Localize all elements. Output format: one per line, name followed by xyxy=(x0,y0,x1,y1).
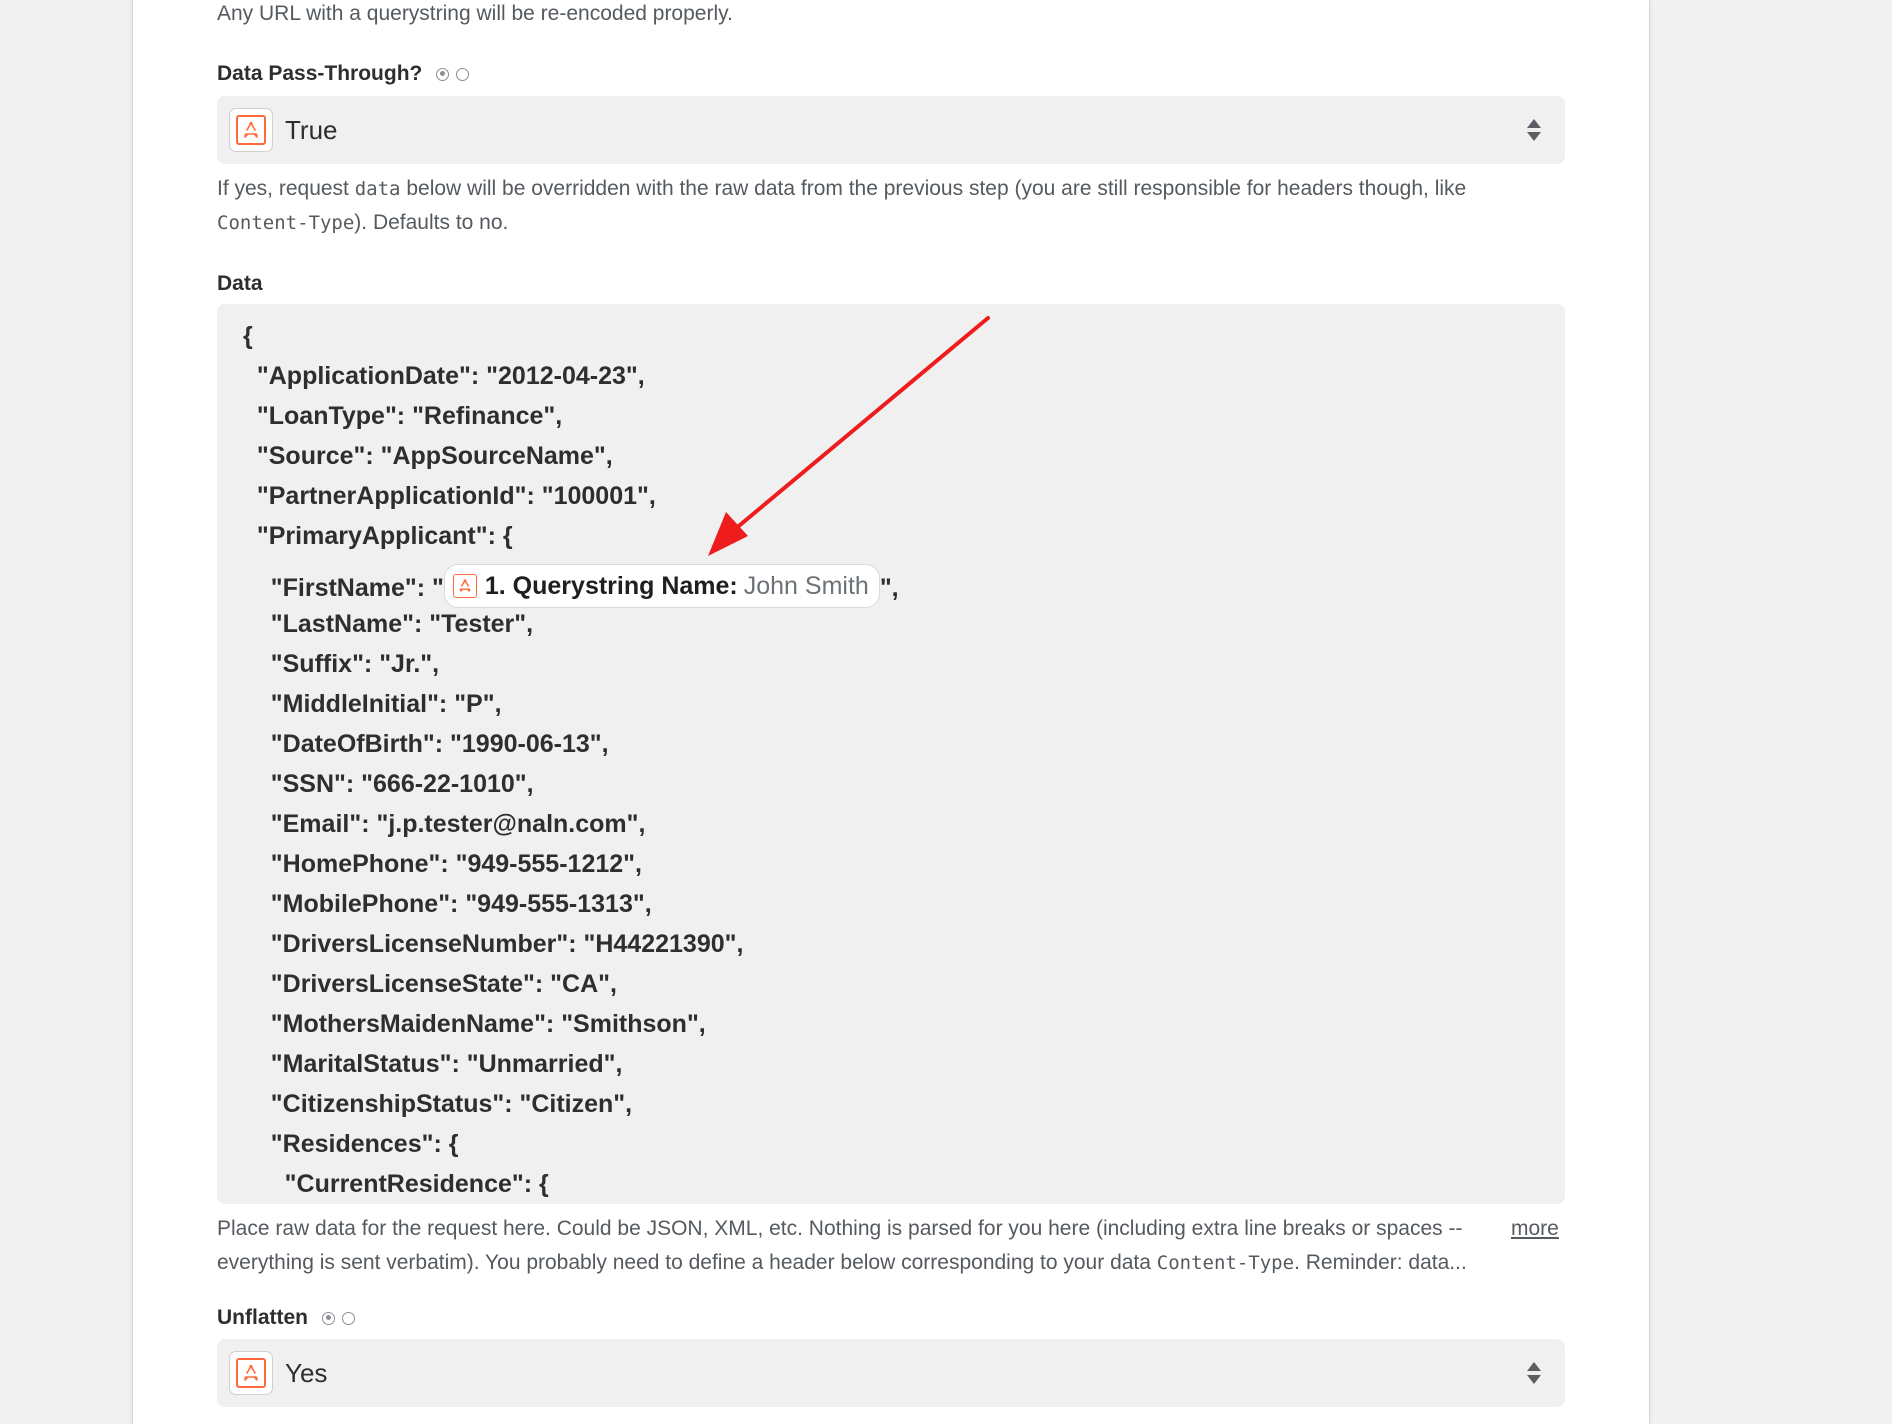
annotation-arrow xyxy=(708,316,990,556)
